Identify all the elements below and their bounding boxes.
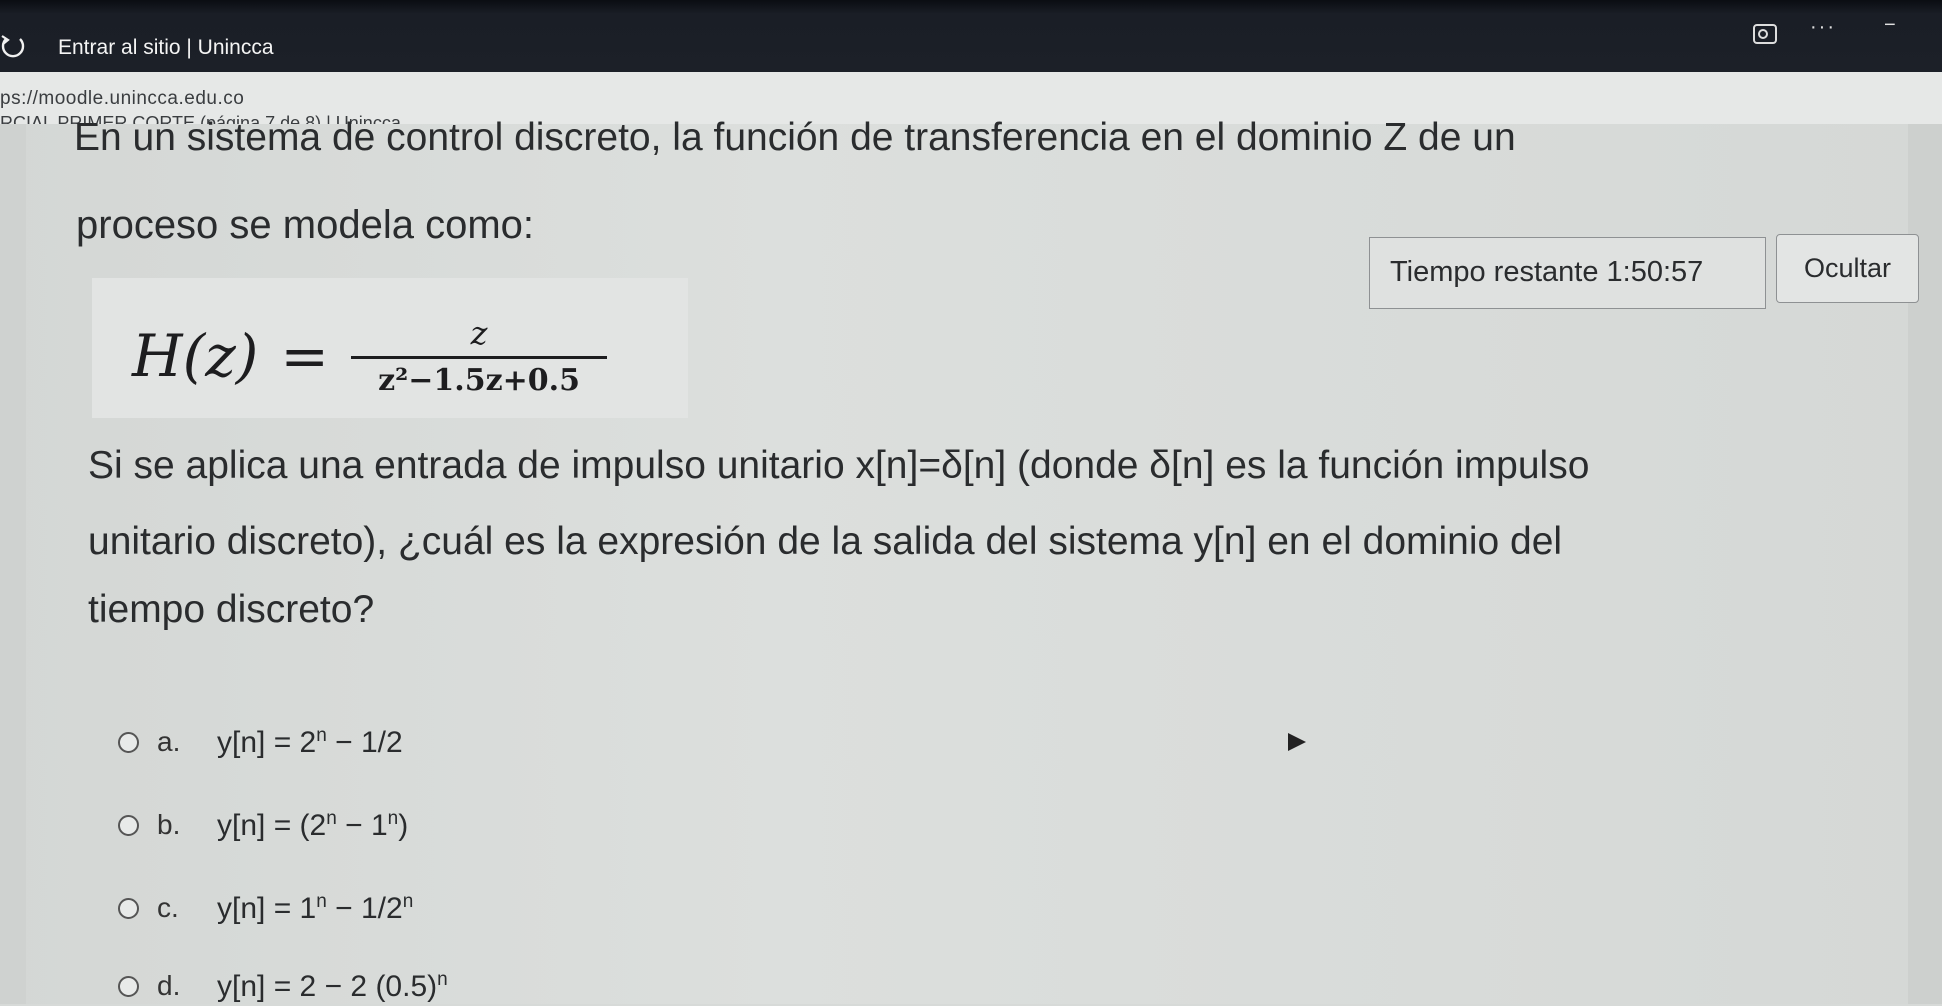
- formula-box: H(z) = z z²−1.5z+0.5: [92, 278, 688, 418]
- reload-icon[interactable]: [0, 34, 26, 60]
- option-b[interactable]: b. y[n] = (2n − 1n): [118, 805, 408, 845]
- question-line-1: En un sistema de control discreto, la fu…: [74, 116, 1516, 159]
- option-letter: a.: [157, 726, 181, 757]
- url-text[interactable]: ps://moodle.unincca.edu.co: [0, 88, 244, 110]
- minimize-icon[interactable]: −: [1884, 14, 1896, 37]
- option-letter: c.: [157, 892, 179, 923]
- question-line-2: proceso se modela como:: [76, 203, 535, 247]
- paragraph-line-3: tiempo discreto?: [88, 588, 375, 631]
- transfer-function: H(z) = z z²−1.5z+0.5: [132, 314, 608, 398]
- radio-b[interactable]: [118, 814, 139, 836]
- formula-numerator: z: [470, 314, 488, 352]
- hide-timer-button[interactable]: Ocultar: [1776, 234, 1919, 303]
- option-letter: b.: [157, 809, 181, 840]
- formula-fraction: z z²−1.5z+0.5: [351, 314, 608, 398]
- browser-titlebar: Entrar al sitio | Unincca ··· −: [0, 0, 1942, 72]
- radio-c[interactable]: [118, 897, 139, 919]
- left-margin: [0, 124, 26, 1004]
- paragraph-line-2: unitario discreto), ¿cuál es la expresió…: [88, 520, 1563, 563]
- radio-d[interactable]: [118, 975, 139, 997]
- time-remaining: Tiempo restante 1:50:57: [1369, 237, 1766, 309]
- mouse-cursor-icon: [1288, 733, 1306, 751]
- option-d[interactable]: d. y[n] = 2 − 2 (0.5)n: [118, 966, 448, 1006]
- formula-equals: =: [280, 322, 330, 390]
- option-a[interactable]: a. y[n] = 2n − 1/2: [118, 722, 403, 762]
- option-text: y[n] = 1n − 1/2n: [217, 890, 414, 925]
- window-title: Entrar al sitio | Unincca: [58, 36, 274, 59]
- more-icon[interactable]: ···: [1810, 16, 1836, 39]
- option-text: y[n] = 2 − 2 (0.5)n: [217, 968, 448, 1003]
- paragraph-line-1: Si se aplica una entrada de impulso unit…: [88, 444, 1590, 487]
- timer-label: Tiempo restante 1:50:57: [1390, 256, 1704, 288]
- search-icon[interactable]: [1752, 22, 1778, 52]
- option-text: y[n] = 2n − 1/2: [217, 724, 403, 759]
- option-letter: d.: [157, 970, 181, 1001]
- option-text: y[n] = (2n − 1n): [217, 807, 409, 842]
- option-c[interactable]: c. y[n] = 1n − 1/2n: [118, 888, 413, 928]
- formula-denominator: z²−1.5z+0.5: [378, 363, 580, 398]
- formula-lhs: H(z): [132, 322, 259, 390]
- radio-a[interactable]: [118, 731, 139, 753]
